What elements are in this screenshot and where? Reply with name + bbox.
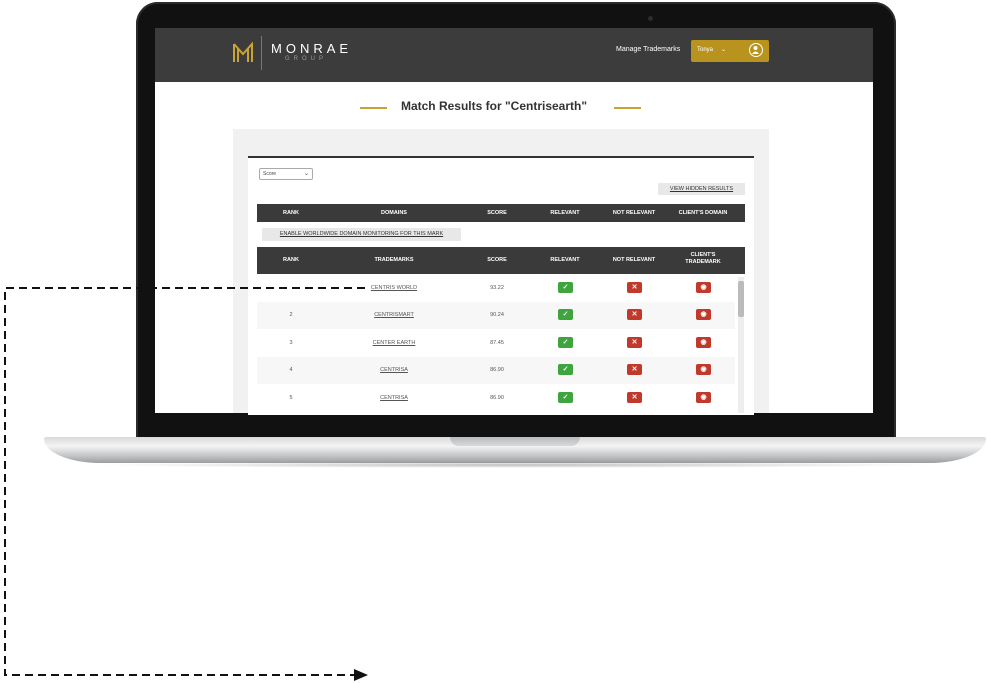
- arrow-head-icon: [354, 669, 368, 681]
- dashed-arrow-connector: [4, 287, 368, 681]
